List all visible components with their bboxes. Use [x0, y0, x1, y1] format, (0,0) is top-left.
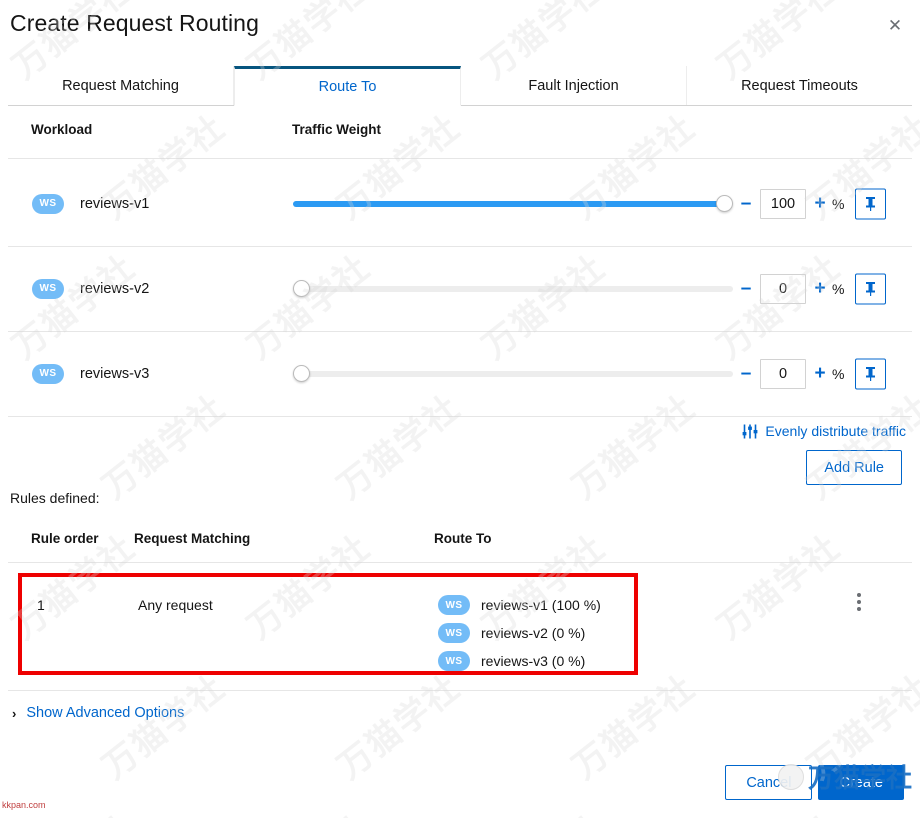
increment-button[interactable]: + — [812, 279, 828, 298]
tab-route-to[interactable]: Route To — [234, 66, 461, 106]
tab-fault-injection[interactable]: Fault Injection — [461, 66, 687, 105]
workload-row-reviews-v3: WS reviews-v3 – + % — [8, 331, 912, 416]
watermark-text: 万猫学社 — [705, 801, 849, 818]
workload-badge: WS — [32, 193, 64, 214]
decrement-button[interactable]: – — [738, 364, 754, 383]
increment-button[interactable]: + — [812, 364, 828, 383]
add-rule-button[interactable]: Add Rule — [806, 450, 902, 485]
close-icon[interactable]: ✕ — [880, 12, 910, 40]
pin-icon[interactable] — [855, 358, 886, 389]
tab-label: Request Matching — [62, 77, 179, 94]
workload-badge: WS — [438, 595, 470, 615]
increment-button[interactable]: + — [812, 194, 828, 213]
pin-icon-glyph — [866, 366, 875, 381]
list-item: WS reviews-v2 (0 %) — [438, 621, 601, 645]
traffic-weight-slider[interactable] — [293, 364, 733, 383]
create-button[interactable]: Create — [818, 765, 904, 800]
weight-input[interactable] — [760, 358, 806, 389]
watermark-text: 万猫学社 — [565, 667, 704, 788]
percent-symbol: % — [832, 365, 845, 382]
workload-badge: WS — [32, 278, 64, 299]
pin-icon[interactable] — [855, 188, 886, 219]
watermark-text: 万猫学社 — [710, 527, 849, 648]
kebab-dot — [857, 600, 861, 604]
decrement-button[interactable]: – — [738, 194, 754, 213]
route-label: reviews-v3 (0 %) — [481, 653, 586, 669]
pin-icon-glyph — [866, 196, 875, 211]
tab-request-matching[interactable]: Request Matching — [8, 66, 234, 105]
watermark-text: 万猫学社 — [235, 801, 379, 818]
show-advanced-options-label: Show Advanced Options — [26, 705, 185, 721]
workload-badge: WS — [438, 623, 470, 643]
slider-thumb[interactable] — [293, 364, 310, 382]
tab-label: Route To — [318, 79, 377, 95]
workload-name: reviews-v1 — [80, 195, 150, 212]
rules-defined-label: Rules defined: — [10, 490, 100, 506]
evenly-distribute-label: Evenly distribute traffic — [765, 423, 906, 439]
tab-bar: Request Matching Route To Fault Injectio… — [8, 66, 912, 106]
route-label: reviews-v2 (0 %) — [481, 625, 586, 641]
workload-badge: WS — [32, 363, 64, 384]
watermark-text: 万猫学社 — [470, 801, 614, 818]
workload-row-reviews-v1: WS reviews-v1 – + % — [8, 161, 912, 246]
rule-matching-value: Any request — [138, 597, 213, 613]
kebab-dot — [857, 607, 861, 611]
slider-thumb[interactable] — [293, 279, 310, 297]
column-header-request-matching: Request Matching — [134, 531, 251, 546]
evenly-distribute-traffic-link[interactable]: Evenly distribute traffic — [742, 423, 906, 439]
slider-track — [293, 370, 733, 377]
show-advanced-options-toggle[interactable]: › Show Advanced Options — [12, 705, 184, 721]
sliders-icon — [743, 424, 758, 438]
column-header-traffic-weight: Traffic Weight — [292, 122, 382, 137]
rule-route-list: WS reviews-v1 (100 %) WS reviews-v2 (0 %… — [438, 593, 601, 677]
chevron-right-icon: › — [12, 705, 17, 721]
traffic-weight-slider[interactable] — [293, 194, 733, 213]
slider-fill — [293, 200, 725, 207]
kebab-dot — [857, 593, 861, 597]
watermark-text: 万猫学社 — [330, 667, 469, 788]
divider — [8, 158, 912, 159]
watermark-text: 万猫学社 — [95, 667, 234, 788]
decrement-button[interactable]: – — [738, 279, 754, 298]
workload-name: reviews-v2 — [80, 280, 150, 297]
table-row[interactable]: 1 Any request WS reviews-v1 (100 %) WS r… — [18, 573, 638, 675]
pin-icon-glyph — [866, 281, 875, 296]
tab-label: Fault Injection — [528, 77, 619, 94]
list-item: WS reviews-v3 (0 %) — [438, 649, 601, 673]
traffic-weight-slider[interactable] — [293, 279, 733, 298]
workload-row-reviews-v2: WS reviews-v2 – + % — [8, 246, 912, 331]
slider-thumb[interactable] — [716, 194, 733, 212]
workload-badge: WS — [438, 651, 470, 671]
page-title: Create Request Routing — [10, 10, 259, 36]
footer-actions: Cancel Create — [725, 765, 904, 800]
weight-input[interactable] — [760, 188, 806, 219]
site-watermark: kkpan.com — [2, 800, 46, 810]
workload-name: reviews-v3 — [80, 365, 150, 382]
divider — [8, 562, 912, 563]
weight-input[interactable] — [760, 273, 806, 304]
kebab-menu-icon[interactable] — [850, 589, 868, 615]
tab-request-timeouts[interactable]: Request Timeouts — [687, 66, 912, 105]
percent-symbol: % — [832, 280, 845, 297]
divider — [8, 416, 912, 417]
column-header-workload: Workload — [31, 122, 93, 137]
divider — [8, 690, 912, 691]
pin-icon[interactable] — [855, 273, 886, 304]
list-item: WS reviews-v1 (100 %) — [438, 593, 601, 617]
column-header-rule-order: Rule order — [31, 531, 99, 546]
rule-order-value: 1 — [37, 597, 45, 613]
tab-label: Request Timeouts — [741, 77, 858, 94]
percent-symbol: % — [832, 195, 845, 212]
route-label: reviews-v1 (100 %) — [481, 597, 601, 613]
cancel-button[interactable]: Cancel — [725, 765, 813, 800]
create-request-routing-modal: 万猫学社 万猫学社 万猫学社 万猫学社 万猫学社 万猫学社 万猫学社 万猫学社 万猫学社 万猫学社… — [0, 0, 920, 818]
slider-track — [293, 285, 733, 292]
column-header-route-to: Route To — [434, 531, 492, 546]
